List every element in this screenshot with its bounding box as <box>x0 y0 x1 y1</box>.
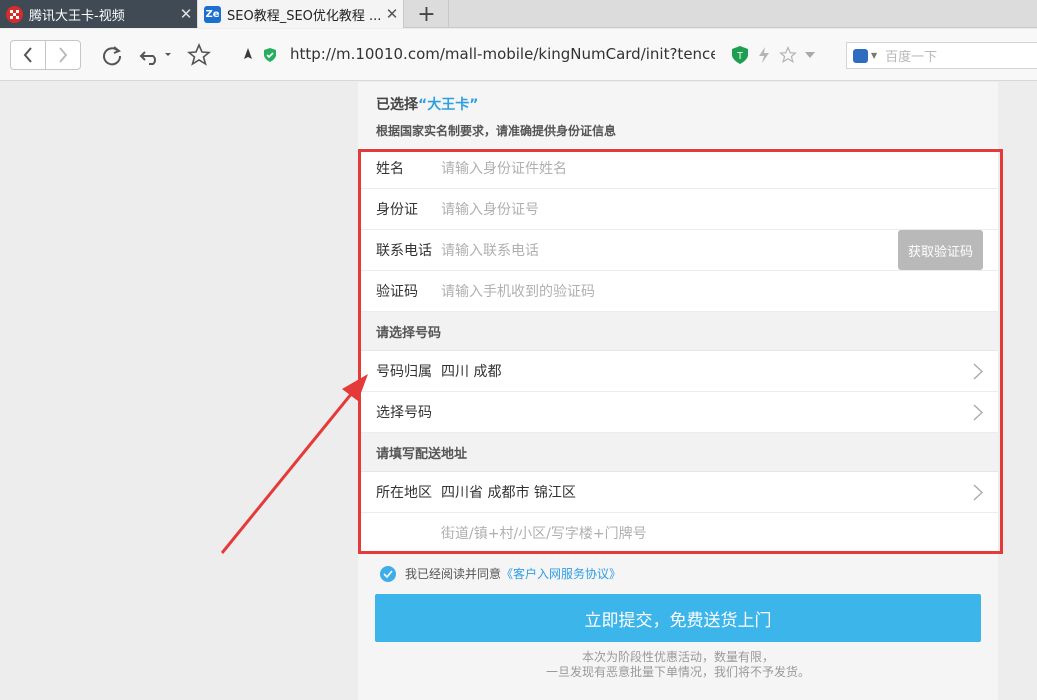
code-input[interactable]: 请输入手机收到的验证码 <box>441 281 595 301</box>
reload-button[interactable] <box>98 40 126 70</box>
dropdown-caret-icon[interactable] <box>803 43 817 67</box>
number-location-value: 四川 成都 <box>441 364 502 380</box>
region-row[interactable]: 所在地区 四川省 成都市 锦江区 <box>358 472 998 513</box>
tab-title: SEO教程_SEO优化教程 ... <box>227 8 381 24</box>
close-icon[interactable]: ✕ <box>175 5 197 23</box>
ze-icon: Ze <box>204 5 221 23</box>
intro-section: 已选择“大王卡” 根据国家实名制要求，请准确提供身份证信息 <box>358 82 998 148</box>
agreement-text: 我已经阅读并同意 <box>405 567 502 581</box>
chevron-left-icon <box>23 47 32 63</box>
chevron-down-icon[interactable]: ▼ <box>871 51 877 60</box>
baidu-paw-icon[interactable] <box>853 48 868 63</box>
id-card-label: 身份证 <box>376 202 418 218</box>
safety-shield-icon[interactable]: T <box>730 43 750 67</box>
phone-input[interactable]: 请输入联系电话 <box>441 240 539 260</box>
selected-prefix: 已选择 <box>376 97 418 113</box>
id-card-field-row[interactable]: 身份证 请输入身份证号 <box>358 189 998 230</box>
favorite-star-icon[interactable] <box>778 43 798 67</box>
chevron-right-icon <box>973 404 984 421</box>
search-box[interactable]: ▼ 百度一下 <box>846 42 1037 69</box>
code-label: 验证码 <box>376 284 418 300</box>
rocket-icon[interactable] <box>240 47 256 63</box>
code-field-row[interactable]: 验证码 请输入手机收到的验证码 <box>358 271 998 312</box>
promo-note-line2: 一旦发现有恶意批量下单情况，我们将不予发货。 <box>545 665 810 679</box>
street-address-input[interactable]: 街道/镇+村/小区/写字楼+门牌号 <box>441 523 647 543</box>
red-grid-icon <box>6 5 23 23</box>
name-input[interactable]: 请输入身份证件姓名 <box>441 158 567 178</box>
promo-note-line1: 本次为阶段性优惠活动，数量有限， <box>581 650 774 664</box>
forward-button[interactable] <box>45 40 81 70</box>
undo-icon <box>139 51 171 65</box>
back-button[interactable] <box>10 40 46 70</box>
tab-tencent-kingcard[interactable]: 腾讯大王卡-视频 ✕ <box>0 0 197 28</box>
name-label: 姓名 <box>376 161 404 177</box>
address-section-header: 请填写配送地址 <box>358 433 998 472</box>
street-address-row[interactable]: 街道/镇+村/小区/写字楼+门牌号 <box>358 513 998 554</box>
secure-shield-icon[interactable] <box>262 47 278 63</box>
lightning-icon[interactable] <box>756 43 772 67</box>
chevron-right-icon <box>973 484 984 501</box>
id-card-input[interactable]: 请输入身份证号 <box>441 199 539 219</box>
number-location-row[interactable]: 号码归属 四川 成都 <box>358 351 998 392</box>
region-label: 所在地区 <box>376 485 432 501</box>
reload-icon <box>103 46 122 66</box>
agreement-row[interactable]: 我已经阅读并同意 《客户入网服务协议》 <box>380 565 621 582</box>
new-tab-button[interactable]: + <box>405 0 449 28</box>
address-bar[interactable]: http://m.10010.com/mall-mobile/kingNumCa… <box>290 45 715 63</box>
chevron-right-icon <box>59 47 68 63</box>
number-section-header: 请选择号码 <box>358 312 998 351</box>
tab-title: 腾讯大王卡-视频 <box>29 8 125 24</box>
order-form-page: 已选择“大王卡” 根据国家实名制要求，请准确提供身份证信息 姓名 请输入身份证件… <box>358 82 998 700</box>
star-icon <box>187 43 211 66</box>
search-placeholder: 百度一下 <box>885 50 938 65</box>
get-code-button[interactable]: 获取验证码 <box>898 230 983 270</box>
svg-text:T: T <box>737 51 743 62</box>
name-field-row[interactable]: 姓名 请输入身份证件姓名 <box>358 148 998 189</box>
order-form: 姓名 请输入身份证件姓名 身份证 请输入身份证号 联系电话 请输入联系电话 获取… <box>358 148 998 554</box>
bookmark-button[interactable] <box>184 40 214 70</box>
navigation-bar: http://m.10010.com/mall-mobile/kingNumCa… <box>0 29 1037 81</box>
region-value: 四川省 成都市 锦江区 <box>441 485 576 501</box>
tab-strip: 腾讯大王卡-视频 ✕ Ze SEO教程_SEO优化教程 ... ✕ + <box>0 0 1037 28</box>
submit-button[interactable]: 立即提交，免费送货上门 <box>375 594 981 642</box>
phone-label: 联系电话 <box>376 243 432 259</box>
tab-seo-tutorial[interactable]: Ze SEO教程_SEO优化教程 ... ✕ <box>198 0 404 28</box>
close-icon[interactable]: ✕ <box>381 5 403 23</box>
choose-number-row[interactable]: 选择号码 <box>358 392 998 433</box>
chevron-right-icon <box>973 363 984 380</box>
agreement-link[interactable]: 《客户入网服务协议》 <box>501 565 621 582</box>
undo-close-tab-button[interactable] <box>136 40 174 70</box>
promo-note: 本次为阶段性优惠活动，数量有限， 一旦发现有恶意批量下单情况，我们将不予发货。 <box>358 650 998 680</box>
phone-field-row[interactable]: 联系电话 请输入联系电话 获取验证码 <box>358 230 998 271</box>
selected-card-heading: 已选择“大王卡” <box>376 94 998 114</box>
selected-card-name: “大王卡” <box>418 97 479 113</box>
checkbox-checked-icon[interactable] <box>380 565 396 582</box>
realname-notice: 根据国家实名制要求，请准确提供身份证信息 <box>376 124 617 138</box>
number-location-label: 号码归属 <box>376 364 432 380</box>
choose-number-label: 选择号码 <box>376 405 432 421</box>
